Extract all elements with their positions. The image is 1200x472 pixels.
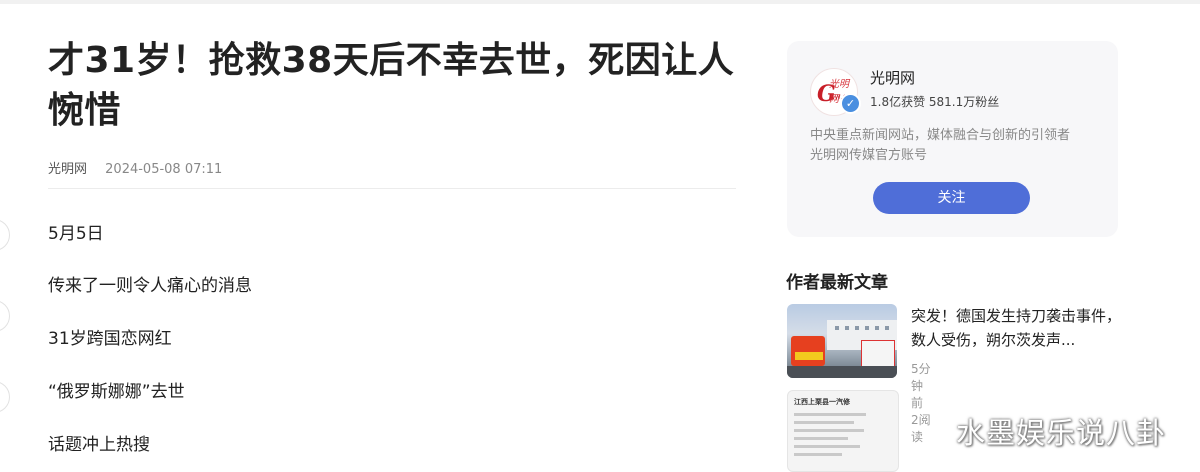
- share-button[interactable]: [0, 300, 10, 332]
- verified-icon: ✓: [840, 93, 861, 114]
- article-title: 才31岁！抢救38天后不幸去世，死因让人惋惜: [48, 40, 735, 131]
- share-button[interactable]: [0, 381, 10, 413]
- author-description-line: 光明网传媒官方账号: [810, 148, 928, 163]
- share-button[interactable]: [0, 219, 10, 251]
- latest-article-title[interactable]: 突发！德国发生持刀袭击事件，数人受伤，朔尔茨发声...: [911, 304, 1121, 352]
- article-source[interactable]: 光明网: [48, 162, 87, 177]
- article-thumbnail[interactable]: 江西上栗县一汽修: [787, 390, 899, 472]
- article-paragraph: “俄罗斯娜娜”去世: [48, 382, 185, 402]
- author-stats: 1.8亿获赞 581.1万粉丝: [870, 95, 1000, 109]
- article-date: 2024-05-08 07:11: [105, 162, 223, 177]
- latest-articles-title: 作者最新文章: [786, 273, 888, 293]
- author-name[interactable]: 光明网: [870, 67, 915, 88]
- divider: [48, 188, 736, 189]
- latest-article-meta: 5分钟前 2阅读: [911, 360, 931, 445]
- article-paragraph: 31岁跨国恋网红: [48, 329, 172, 349]
- article-paragraph: 话题冲上热搜: [48, 435, 150, 455]
- article-paragraph: 传来了一则令人痛心的消息: [48, 276, 252, 296]
- article-reads: 2阅读: [911, 413, 931, 444]
- thumbnail-heading: 江西上栗县一汽修: [794, 398, 850, 406]
- top-bar: [0, 0, 1200, 4]
- article-meta: 光明网 2024-05-08 07:11: [48, 158, 222, 177]
- watermark: 水墨娱乐说八卦: [956, 416, 1167, 450]
- article-paragraph: 5月5日: [48, 224, 104, 244]
- article-time: 5分钟前: [911, 362, 931, 410]
- article-thumbnail[interactable]: [787, 304, 897, 378]
- author-description-line: 中央重点新闻网站，媒体融合与创新的引领者: [810, 128, 1071, 143]
- author-description: 中央重点新闻网站，媒体融合与创新的引领者 光明网传媒官方账号: [810, 126, 1100, 166]
- author-card: G 光明网 MW.CN ✓ 光明网 1.8亿获赞 581.1万粉丝 中央重点新闻…: [787, 41, 1118, 237]
- follow-button[interactable]: 关注: [873, 182, 1030, 214]
